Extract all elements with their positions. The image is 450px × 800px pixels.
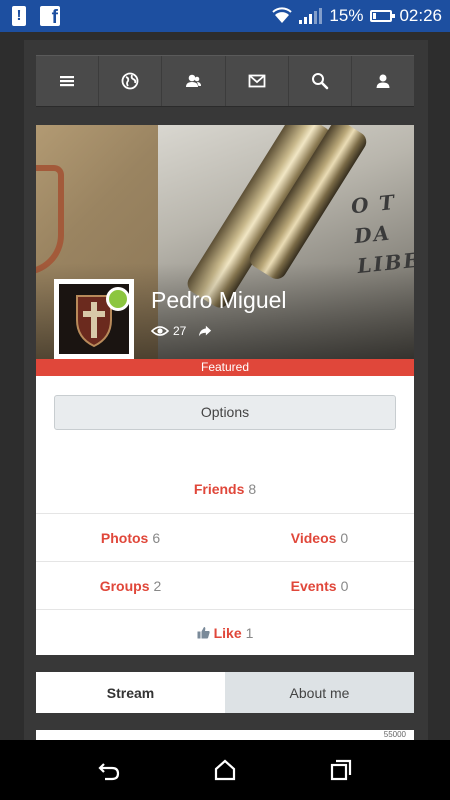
back-icon[interactable] (96, 757, 122, 783)
groups-label: Groups (99, 577, 150, 594)
profile-name[interactable]: Pedro Miguel (151, 287, 287, 314)
view-count: 27 (173, 324, 187, 338)
photos-videos-row: Photos 6 Videos 0 (36, 514, 414, 562)
alert-icon: ! (12, 6, 26, 26)
page-container: O T DA LIBER Pedro Miguel 27 Featured Op… (24, 40, 428, 740)
like-button[interactable]: Like 1 (36, 625, 414, 641)
groups-count: 2 (153, 577, 162, 594)
facebook-icon: f (40, 6, 60, 28)
status-bar: ! f 15% 02:26 (0, 0, 450, 32)
status-bar-right: 15% 02:26 (272, 4, 442, 28)
search-icon (311, 73, 329, 90)
signal-icon (299, 8, 323, 24)
groups-link[interactable]: Groups 2 (36, 578, 225, 594)
tab-stream[interactable]: Stream (36, 672, 225, 713)
events-link[interactable]: Events 0 (225, 578, 414, 594)
globe-icon (121, 72, 139, 90)
friends-row: Friends 8 (36, 465, 414, 514)
profile-stats: 27 (151, 324, 214, 338)
videos-link[interactable]: Videos 0 (225, 530, 414, 546)
mail-icon (248, 74, 265, 88)
online-status-dot (106, 287, 130, 311)
shield-decoration (36, 165, 64, 275)
videos-label: Videos (290, 529, 337, 546)
explore-button[interactable] (99, 56, 163, 106)
thumbs-up-icon (197, 626, 210, 638)
battery-percent: 15% (329, 6, 364, 25)
messages-button[interactable] (226, 56, 289, 106)
like-label: Like (213, 624, 242, 641)
friends-link[interactable]: Friends 8 (36, 481, 414, 497)
clock: 02:26 (399, 6, 442, 25)
menu-button[interactable] (36, 56, 100, 106)
photos-label: Photos (100, 529, 149, 546)
like-row: Like 1 (36, 610, 414, 655)
stream-card-snippet: 55000 (383, 730, 406, 739)
options-button[interactable]: Options (54, 395, 396, 430)
friends-count: 8 (248, 481, 257, 497)
profile-tabs: Stream About me (36, 672, 414, 713)
photos-link[interactable]: Photos 6 (36, 530, 225, 546)
recents-icon[interactable] (328, 757, 354, 783)
stream-card-preview: 55000 (36, 730, 414, 740)
events-label: Events (290, 577, 337, 594)
videos-count: 0 (340, 529, 349, 546)
like-count: 1 (245, 624, 254, 641)
eye-icon (151, 326, 169, 336)
navigation-bar (0, 740, 450, 800)
home-icon[interactable] (212, 757, 238, 783)
tab-about-me[interactable]: About me (225, 672, 414, 713)
user-icon (376, 74, 390, 88)
featured-badge: Featured (36, 359, 414, 376)
friends-button[interactable] (162, 56, 226, 106)
search-button[interactable] (289, 56, 352, 106)
profile-card: O T DA LIBER Pedro Miguel 27 Featured Op… (36, 125, 414, 655)
menu-icon (60, 76, 75, 87)
profile-button[interactable] (352, 56, 414, 106)
photos-count: 6 (152, 529, 161, 546)
friends-icon (186, 74, 202, 87)
friends-label: Friends (193, 481, 245, 497)
battery-icon (370, 10, 396, 22)
share-icon[interactable] (196, 324, 214, 338)
wifi-icon (272, 7, 293, 23)
groups-events-row: Groups 2 Events 0 (36, 562, 414, 610)
events-count: 0 (340, 577, 349, 594)
top-toolbar (36, 55, 414, 107)
